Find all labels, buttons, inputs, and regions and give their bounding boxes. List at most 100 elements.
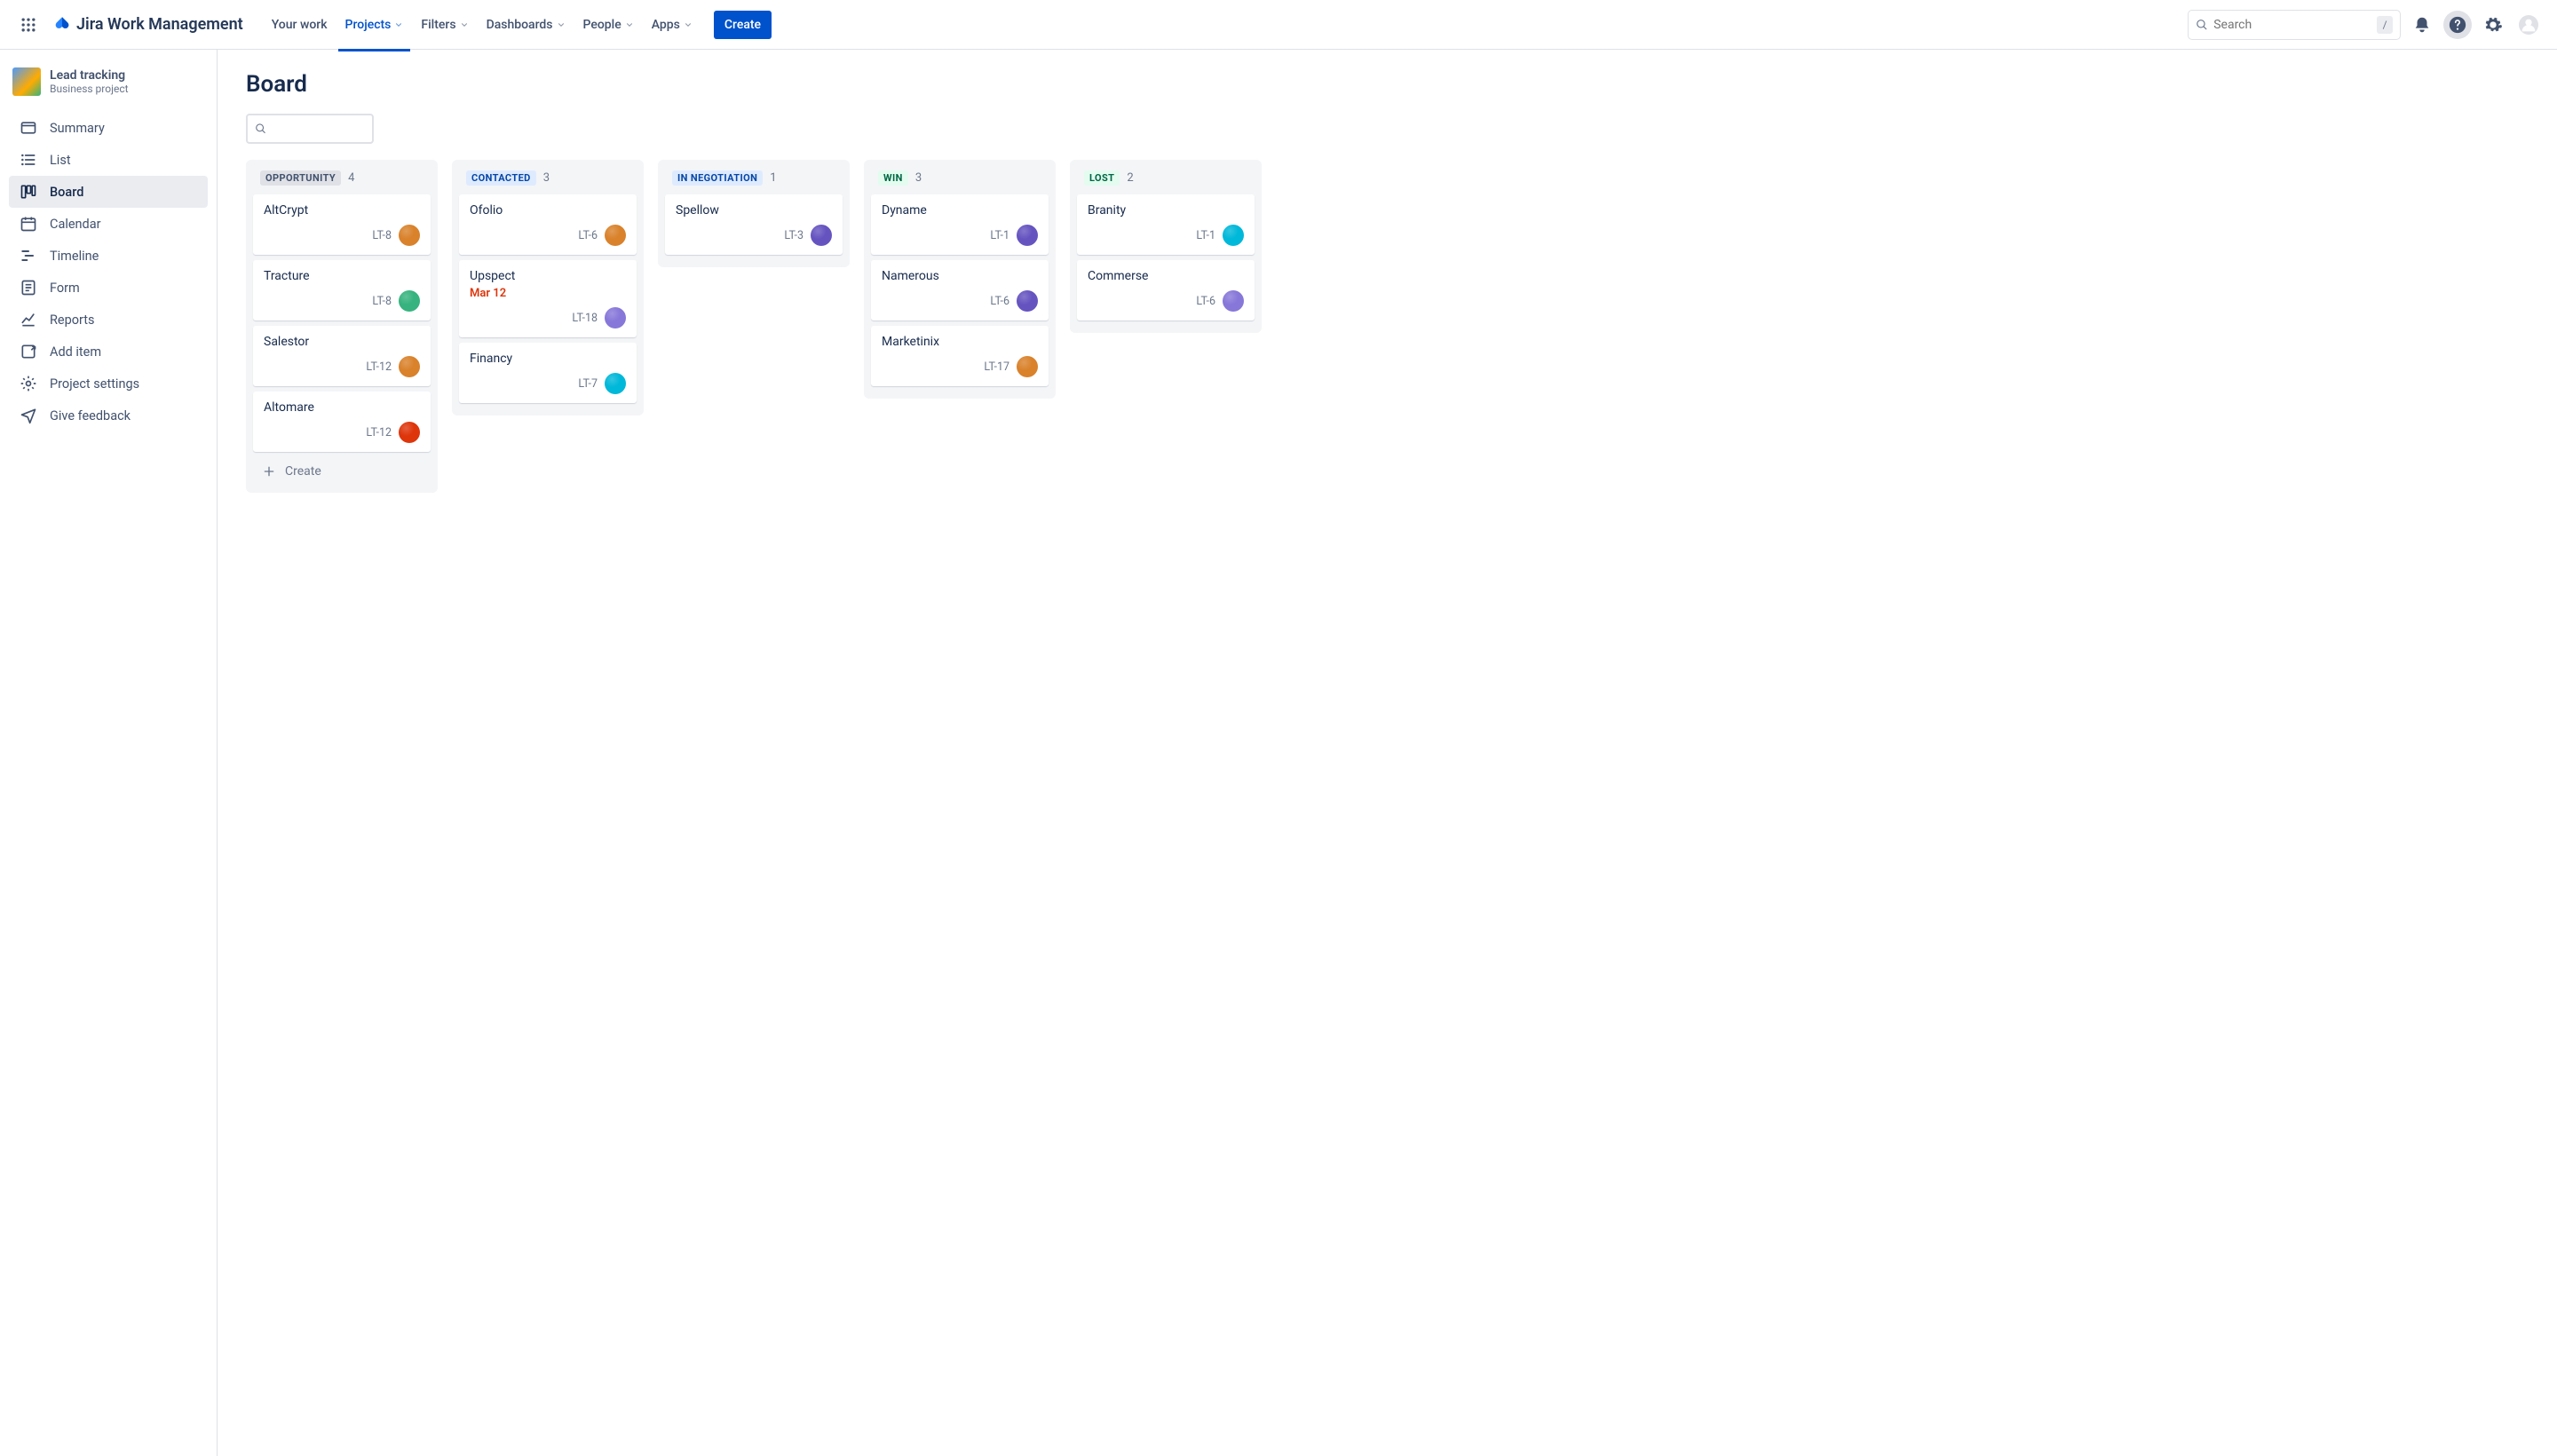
card-key: LT-1 bbox=[990, 229, 1009, 242]
card[interactable]: SpellowLT-3 bbox=[665, 194, 843, 255]
column-name[interactable]: IN NEGOTIATION bbox=[672, 170, 763, 186]
create-card-label: Create bbox=[285, 464, 321, 479]
reports-icon bbox=[20, 311, 37, 328]
page-title: Board bbox=[246, 71, 2529, 98]
card[interactable]: SalestorLT-12 bbox=[253, 326, 431, 386]
sidebar-item-add-item[interactable]: Add item bbox=[9, 336, 208, 368]
product-logo[interactable]: Jira Work Management bbox=[46, 15, 250, 34]
chevron-down-icon bbox=[625, 20, 634, 29]
assignee-avatar[interactable] bbox=[1223, 225, 1244, 246]
nav-item-label: People bbox=[583, 18, 621, 32]
card-title: Tracture bbox=[264, 269, 420, 283]
assignee-avatar[interactable] bbox=[811, 225, 832, 246]
assignee-avatar[interactable] bbox=[399, 290, 420, 312]
sidebar-item-list[interactable]: List bbox=[9, 144, 208, 176]
timeline-icon bbox=[20, 247, 37, 265]
card-key: LT-8 bbox=[372, 229, 392, 242]
card-title: Namerous bbox=[882, 269, 1038, 283]
primary-nav: Your work Projects FiltersDashboards People… bbox=[265, 0, 700, 50]
settings-button[interactable] bbox=[2479, 11, 2507, 39]
sidebar-item-label: Project settings bbox=[50, 376, 139, 392]
sidebar-item-label: Board bbox=[50, 185, 83, 200]
profile-button[interactable] bbox=[2514, 11, 2543, 39]
nav-item-your-work[interactable]: Your work bbox=[265, 2, 335, 51]
column-opportunity: OPPORTUNITY4AltCryptLT-8TractureLT-8Sale… bbox=[246, 160, 438, 493]
sidebar-item-label: Summary bbox=[50, 121, 105, 136]
assignee-avatar[interactable] bbox=[1017, 225, 1038, 246]
card-key: LT-1 bbox=[1196, 229, 1215, 242]
project-name: Lead tracking bbox=[50, 68, 129, 83]
notifications-button[interactable] bbox=[2408, 11, 2436, 39]
card[interactable]: Upspect Mar 12 LT-18 bbox=[459, 260, 637, 337]
top-nav: Jira Work Management Your work Projects Fi… bbox=[0, 0, 2557, 50]
assignee-avatar[interactable] bbox=[1017, 356, 1038, 377]
sidebar-item-form[interactable]: Form bbox=[9, 272, 208, 304]
card[interactable]: BranityLT-1 bbox=[1077, 194, 1255, 255]
card[interactable]: CommerseLT-6 bbox=[1077, 260, 1255, 320]
card-title: Upspect bbox=[470, 269, 626, 283]
project-header[interactable]: Lead tracking Business project bbox=[9, 67, 208, 112]
card[interactable]: DynameLT-1 bbox=[871, 194, 1049, 255]
form-icon bbox=[20, 279, 37, 297]
card-key: LT-18 bbox=[572, 312, 598, 325]
nav-item-label: Apps bbox=[652, 18, 680, 32]
search-shortcut-hint: / bbox=[2377, 16, 2393, 34]
sidebar-item-project-settings[interactable]: Project settings bbox=[9, 368, 208, 400]
sidebar-item-summary[interactable]: Summary bbox=[9, 112, 208, 144]
card[interactable]: NamerousLT-6 bbox=[871, 260, 1049, 320]
search-icon bbox=[2196, 18, 2208, 32]
board-search[interactable] bbox=[246, 114, 374, 144]
card[interactable]: FinancyLT-7 bbox=[459, 343, 637, 403]
assignee-avatar[interactable] bbox=[605, 225, 626, 246]
help-icon bbox=[2448, 15, 2467, 35]
column-count: 1 bbox=[770, 171, 776, 185]
nav-item-projects[interactable]: Projects bbox=[338, 2, 411, 51]
card-title: Financy bbox=[470, 352, 626, 366]
assignee-avatar[interactable] bbox=[399, 422, 420, 443]
search-input[interactable] bbox=[2213, 18, 2371, 32]
sidebar-item-reports[interactable]: Reports bbox=[9, 304, 208, 336]
nav-item-people[interactable]: People bbox=[576, 2, 641, 51]
card[interactable]: MarketinixLT-17 bbox=[871, 326, 1049, 386]
sidebar-item-board[interactable]: Board bbox=[9, 176, 208, 208]
card[interactable]: AltCryptLT-8 bbox=[253, 194, 431, 255]
card-title: Altomare bbox=[264, 400, 420, 415]
help-button[interactable] bbox=[2443, 11, 2472, 39]
plus-icon bbox=[262, 464, 276, 479]
column-win: WIN3DynameLT-1NamerousLT-6MarketinixLT-1… bbox=[864, 160, 1056, 399]
card-key: LT-6 bbox=[578, 229, 598, 242]
card-due-date: Mar 12 bbox=[470, 287, 626, 300]
assignee-avatar[interactable] bbox=[399, 225, 420, 246]
card[interactable]: Ofolio LT-6 bbox=[459, 194, 637, 255]
assignee-avatar[interactable] bbox=[1017, 290, 1038, 312]
card[interactable]: TractureLT-8 bbox=[253, 260, 431, 320]
card-title: Salestor bbox=[264, 335, 420, 349]
assignee-avatar[interactable] bbox=[1223, 290, 1244, 312]
assignee-avatar[interactable] bbox=[605, 373, 626, 394]
create-card-button[interactable]: Create bbox=[253, 457, 431, 486]
assignee-avatar[interactable] bbox=[399, 356, 420, 377]
create-button[interactable]: Create bbox=[714, 11, 772, 39]
chevron-down-icon bbox=[684, 20, 693, 29]
column-name[interactable]: LOST bbox=[1084, 170, 1120, 186]
nav-item-filters[interactable]: Filters bbox=[414, 2, 475, 51]
nav-item-apps[interactable]: Apps bbox=[645, 2, 700, 51]
nav-item-label: Projects bbox=[345, 18, 392, 32]
card[interactable]: AltomareLT-12 bbox=[253, 392, 431, 452]
global-search[interactable]: / bbox=[2188, 10, 2401, 40]
nav-item-dashboards[interactable]: Dashboards bbox=[479, 2, 573, 51]
column-name[interactable]: WIN bbox=[878, 170, 908, 186]
app-switcher-button[interactable] bbox=[14, 11, 43, 39]
sidebar-item-label: Reports bbox=[50, 313, 95, 328]
column-count: 4 bbox=[348, 171, 354, 185]
sidebar-item-calendar[interactable]: Calendar bbox=[9, 208, 208, 240]
column-name[interactable]: CONTACTED bbox=[466, 170, 536, 186]
column-name[interactable]: OPPORTUNITY bbox=[260, 170, 341, 186]
sidebar-item-give-feedback[interactable]: Give feedback bbox=[9, 400, 208, 431]
list-icon bbox=[20, 151, 37, 169]
board-search-input[interactable] bbox=[272, 123, 365, 136]
card-title: Ofolio bbox=[470, 203, 626, 218]
chevron-down-icon bbox=[460, 20, 469, 29]
sidebar-item-timeline[interactable]: Timeline bbox=[9, 240, 208, 272]
assignee-avatar[interactable] bbox=[605, 307, 626, 328]
